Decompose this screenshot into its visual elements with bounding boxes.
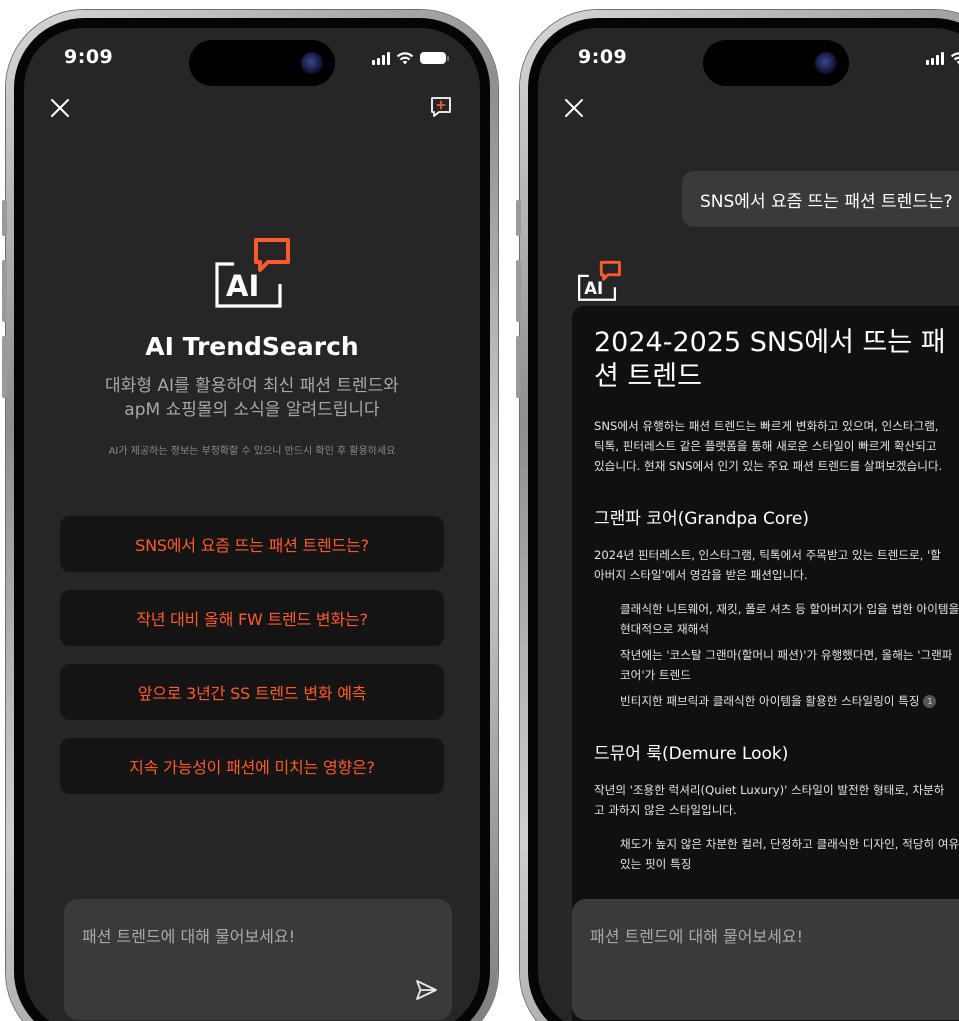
subtitle-line-1: 대화형 AI를 활용하여 최신 패션 트렌드와 (105, 376, 399, 396)
user-message-bubble: SNS에서 요즘 뜨는 패션 트렌드는? (682, 171, 959, 227)
phone-action-button (2, 200, 7, 236)
new-chat-icon[interactable] (428, 94, 454, 120)
logo-text: AI (226, 269, 259, 303)
citation-badge[interactable]: 1 (923, 695, 937, 708)
screenshot-stage: 9:09 AI AI TrendSearch 대화형 AI를 활용하여 최신 패… (0, 0, 959, 1021)
wifi-icon (950, 52, 959, 65)
signal-icon (926, 51, 944, 65)
phone-volume-down-button (2, 336, 7, 398)
dynamic-island (703, 40, 849, 86)
answer-intro: SNS에서 유행하는 패션 트렌드는 빠르게 변화하고 있으며, 인스타그램, … (594, 419, 943, 473)
suggestion-button[interactable]: 지속 가능성이 패션에 미치는 영향은? (60, 738, 444, 794)
app-subtitle: 대화형 AI를 활용하여 최신 패션 트렌드와 apM 쇼핑몰의 소식을 알려드… (64, 374, 440, 422)
chat-input[interactable]: 패션 트렌드에 대해 물어보세요! (572, 899, 959, 1020)
phone-action-button (516, 200, 521, 236)
battery-icon (420, 52, 449, 64)
avatar-logo-text: AI (584, 279, 603, 298)
camera-icon (815, 52, 837, 74)
answer-section-text: 2024년 핀터레스트, 인스타그램, 틱톡에서 주목받고 있는 트렌드로, '… (594, 548, 941, 582)
suggestion-button[interactable]: SNS에서 요즘 뜨는 패션 트렌드는? (60, 516, 444, 572)
camera-icon (301, 52, 323, 74)
suggestion-list: SNS에서 요즘 뜨는 패션 트렌드는? 작년 대비 올해 FW 트렌드 변화는… (60, 516, 444, 812)
ai-avatar-icon: AI (578, 260, 621, 301)
disclaimer-text: AI가 제공하는 정보는 부정확할 수 있으니 반드시 확인 후 활용하세요 (108, 446, 396, 457)
answer-bullet: 빈티지한 패브릭과 클래식한 아이템을 활용한 스타일링이 특징 1 (620, 691, 959, 711)
phone-frame-welcome: 9:09 AI AI TrendSearch 대화형 AI를 활용하여 최신 패… (2, 10, 498, 1021)
suggestion-button[interactable]: 앞으로 3년간 SS 트렌드 변화 예측 (60, 664, 444, 720)
phone-volume-up-button (2, 260, 7, 322)
welcome-screen: 9:09 AI AI TrendSearch 대화형 AI를 활용하여 최신 패… (24, 28, 480, 1021)
answer-section-text: 작년의 '조용한 럭셔리(Quiet Luxury)' 스타일이 발전한 형태로… (594, 783, 945, 817)
wifi-icon (396, 52, 414, 65)
phone-frame-chat: 9:09 SNS에서 요즘 뜨는 패션 트렌드는? AI 2024-2025 S… (516, 10, 959, 1021)
answer-bullet: 채도가 높지 않은 차분한 컬러, 단정하고 클래식한 디자인, 적당히 여유 … (620, 837, 959, 871)
answer-section-title: 그랜파 코어(Grandpa Core) (594, 509, 809, 529)
answer-bullet-text: 빈티지한 패브릭과 클래식한 아이템을 활용한 스타일링이 특징 (620, 694, 920, 708)
phone-volume-up-button (516, 260, 521, 322)
answer-section-title: 드뮤어 룩(Demure Look) (594, 744, 789, 764)
signal-icon (372, 51, 390, 65)
phone-volume-down-button (516, 336, 521, 398)
close-icon[interactable] (48, 96, 72, 120)
status-time: 9:09 (64, 46, 114, 68)
answer-heading: 2024-2025 SNS에서 뜨는 패션 트렌드 (594, 327, 946, 392)
app-title: AI TrendSearch (145, 332, 359, 361)
status-icons (372, 50, 449, 66)
status-icons (926, 50, 959, 66)
dynamic-island (189, 40, 335, 86)
chat-input-placeholder: 패션 트렌드에 대해 물어보세요! (82, 927, 296, 946)
answer-bullet-list: 채도가 높지 않은 차분한 컬러, 단정하고 클래식한 디자인, 적당히 여유 … (594, 834, 959, 874)
status-time: 9:09 (578, 46, 628, 68)
subtitle-line-2: apM 쇼핑몰의 소식을 알려드립니다 (124, 400, 380, 420)
chat-input-placeholder: 패션 트렌드에 대해 물어보세요! (590, 927, 804, 946)
send-icon[interactable] (414, 978, 438, 1002)
answer-bullet-list: 클래식한 니트웨어, 재킷, 폴로 셔츠 등 할아버지가 입을 법한 아이템을 … (594, 599, 959, 711)
chat-screen: 9:09 SNS에서 요즘 뜨는 패션 트렌드는? AI 2024-2025 S… (538, 28, 959, 1021)
close-icon[interactable] (562, 96, 586, 120)
ai-logo-icon: AI (215, 238, 290, 308)
suggestion-button[interactable]: 작년 대비 올해 FW 트렌드 변화는? (60, 590, 444, 646)
answer-bullet: 클래식한 니트웨어, 재킷, 폴로 셔츠 등 할아버지가 입을 법한 아이템을 … (620, 602, 959, 636)
answer-bullet: 작년에는 '코스탈 그랜마(할머니 패션)'가 유행했다면, 올해는 '그랜파 … (620, 648, 953, 682)
chat-input[interactable]: 패션 트렌드에 대해 물어보세요! (64, 899, 452, 1020)
